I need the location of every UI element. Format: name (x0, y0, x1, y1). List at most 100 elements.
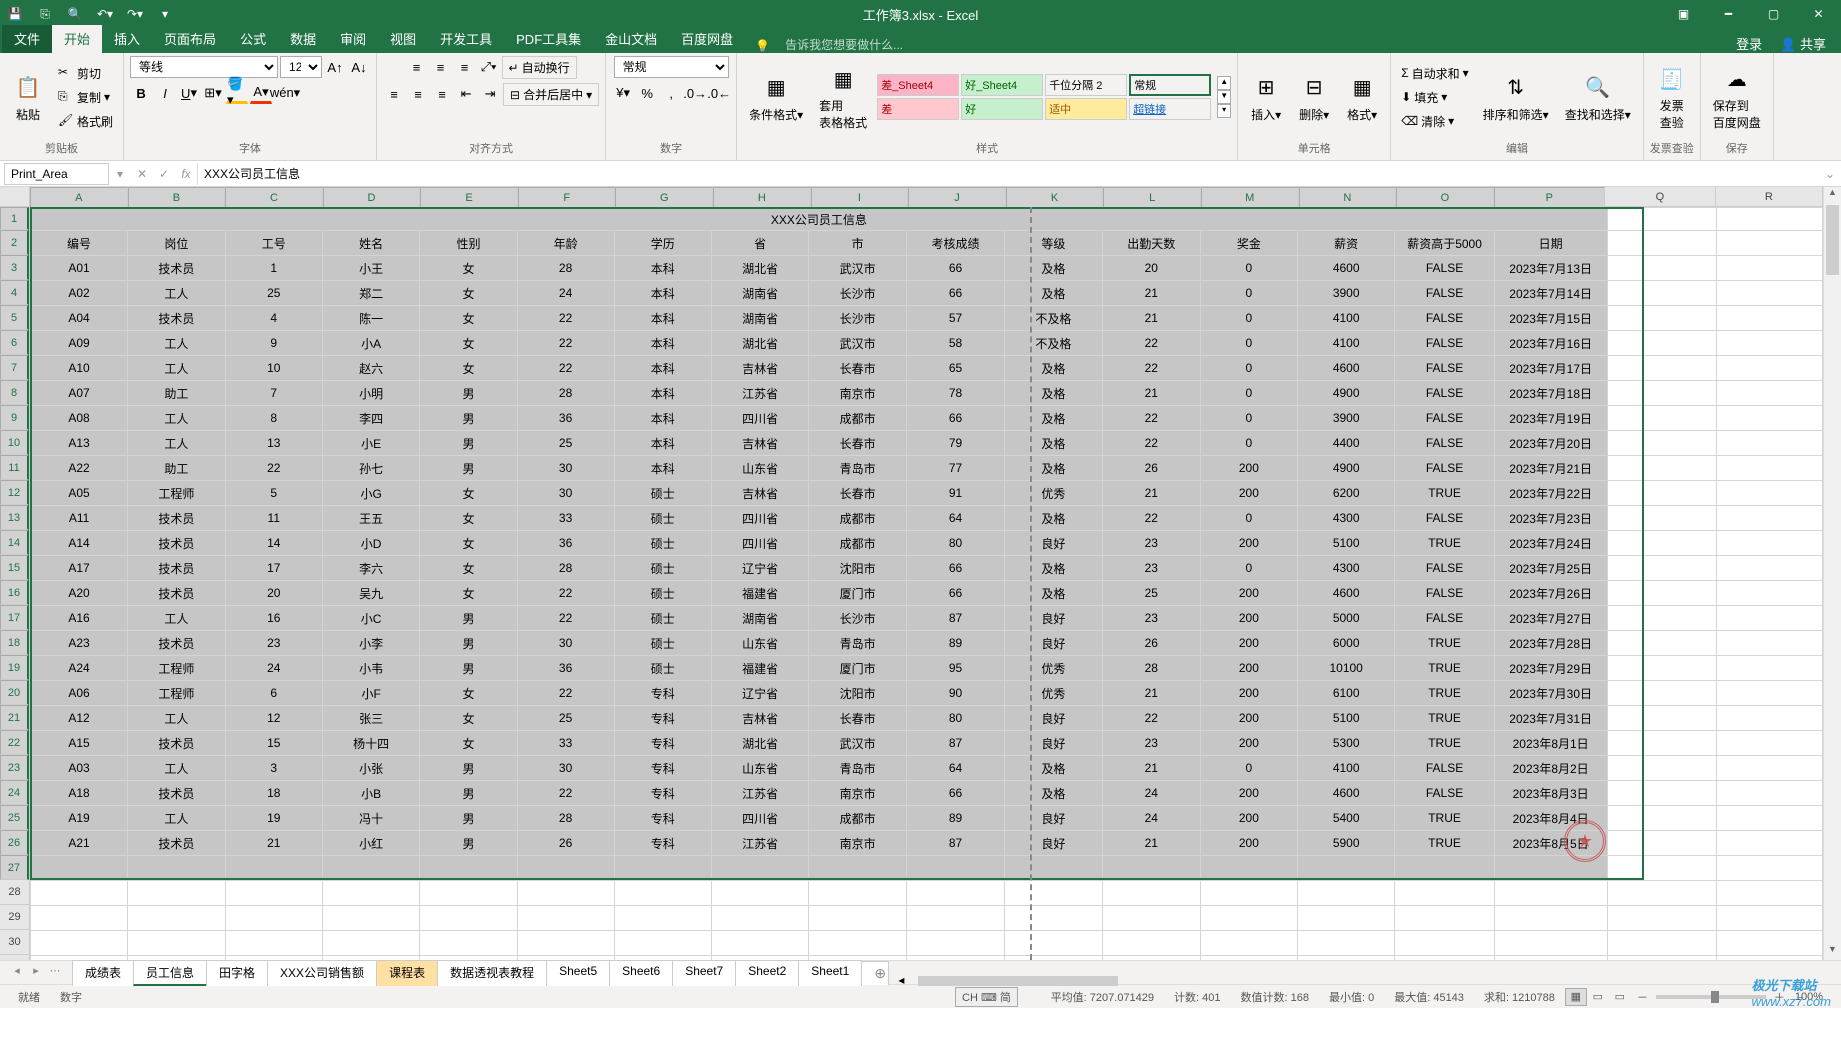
cell[interactable]: 专科 (614, 756, 711, 781)
cell[interactable] (420, 856, 517, 881)
row-header[interactable]: 9 (0, 405, 29, 430)
cell[interactable]: 22 (517, 781, 614, 806)
cell[interactable]: 0 (1200, 281, 1297, 306)
cell[interactable]: 22 (517, 306, 614, 331)
cell[interactable]: 2023年7月15日 (1494, 306, 1607, 331)
font-name-select[interactable]: 等线 (130, 56, 278, 78)
cell[interactable] (225, 931, 322, 956)
style-hyperlink[interactable]: 超链接 (1129, 98, 1211, 120)
row-header[interactable]: 15 (0, 555, 29, 580)
cell[interactable]: 21 (1102, 681, 1200, 706)
cell[interactable]: 成都市 (809, 406, 907, 431)
format-cells-button[interactable]: ▦格式▾ (1340, 69, 1384, 126)
qat-btn-2[interactable]: 🔍 (60, 0, 90, 28)
cell[interactable]: 赵六 (322, 356, 420, 381)
cell[interactable]: 2023年7月23日 (1494, 506, 1607, 531)
cell[interactable]: 80 (906, 531, 1004, 556)
cell[interactable]: FALSE (1395, 456, 1494, 481)
cell[interactable]: 女 (420, 506, 517, 531)
cell[interactable]: 南京市 (809, 831, 907, 856)
sheet-tab[interactable]: 员工信息 (133, 960, 207, 986)
cell[interactable]: 65 (906, 356, 1004, 381)
cell[interactable]: 36 (517, 406, 614, 431)
cell[interactable]: 工人 (128, 431, 226, 456)
cell[interactable]: A02 (31, 281, 128, 306)
cell[interactable]: 87 (906, 831, 1004, 856)
align-center-icon[interactable]: ≡ (407, 83, 429, 105)
cell[interactable]: FALSE (1395, 381, 1494, 406)
cell[interactable]: 87 (906, 731, 1004, 756)
autosum-button[interactable]: Σ 自动求和 ▾ (1397, 63, 1472, 84)
cell[interactable]: 及格 (1005, 556, 1103, 581)
cell[interactable]: 4300 (1297, 506, 1395, 531)
cell[interactable]: 7 (225, 381, 322, 406)
cell[interactable]: 2023年7月22日 (1494, 481, 1607, 506)
row-header[interactable]: 21 (0, 705, 29, 730)
cell[interactable]: 陈一 (322, 306, 420, 331)
cell[interactable] (128, 906, 226, 931)
cell[interactable]: 技术员 (128, 631, 226, 656)
cell[interactable] (906, 931, 1004, 956)
cell[interactable]: 硕士 (614, 506, 711, 531)
cell[interactable] (322, 931, 420, 956)
cell[interactable]: 4900 (1297, 381, 1395, 406)
cell[interactable]: 0 (1200, 331, 1297, 356)
cell[interactable]: 6100 (1297, 681, 1395, 706)
cell[interactable]: 专科 (614, 781, 711, 806)
cell[interactable]: A06 (31, 681, 128, 706)
cell[interactable]: 95 (906, 656, 1004, 681)
cell[interactable] (1717, 581, 1823, 606)
cell[interactable]: 及格 (1005, 506, 1103, 531)
cell[interactable]: 男 (420, 806, 517, 831)
cell[interactable]: 小明 (322, 381, 420, 406)
cell[interactable]: TRUE (1395, 806, 1494, 831)
cell[interactable] (322, 881, 420, 906)
cell[interactable]: 女 (420, 731, 517, 756)
align-bottom-icon[interactable]: ≡ (454, 56, 476, 78)
cell[interactable] (322, 856, 420, 881)
cell[interactable]: 22 (1102, 331, 1200, 356)
cell[interactable]: 及格 (1005, 581, 1103, 606)
cell[interactable]: 助工 (128, 381, 226, 406)
cell[interactable] (1717, 356, 1823, 381)
cell[interactable]: A13 (31, 431, 128, 456)
cell[interactable] (517, 906, 614, 931)
cell[interactable]: 小D (322, 531, 420, 556)
style-good-sheet4[interactable]: 好_Sheet4 (961, 74, 1043, 96)
cell[interactable]: 南京市 (809, 381, 907, 406)
cell[interactable] (711, 931, 809, 956)
decrease-decimal-icon[interactable]: .0← (708, 82, 730, 104)
cell[interactable] (1297, 881, 1395, 906)
cell[interactable]: 武汉市 (809, 731, 907, 756)
zoom-level[interactable]: 100% (1795, 991, 1823, 1003)
cell[interactable]: 0 (1200, 756, 1297, 781)
row-header[interactable]: 11 (0, 455, 29, 480)
cell[interactable] (225, 906, 322, 931)
cell[interactable] (809, 856, 907, 881)
cell[interactable] (1200, 931, 1297, 956)
style-neutral[interactable]: 适中 (1045, 98, 1127, 120)
column-header[interactable]: R (1716, 187, 1823, 206)
zoom-out-icon[interactable]: － (1637, 989, 1648, 1005)
phonetic-button[interactable]: wén▾ (274, 82, 296, 104)
cell[interactable]: 考核成绩 (906, 231, 1004, 256)
undo-icon[interactable]: ↶▾ (90, 0, 120, 28)
cell[interactable]: FALSE (1395, 256, 1494, 281)
cell[interactable]: 女 (420, 706, 517, 731)
cell[interactable]: FALSE (1395, 756, 1494, 781)
align-middle-icon[interactable]: ≡ (430, 56, 452, 78)
cell[interactable]: 24 (517, 281, 614, 306)
cell[interactable]: 吉林省 (711, 481, 809, 506)
cell[interactable]: 26 (1102, 456, 1200, 481)
cell[interactable]: 女 (420, 531, 517, 556)
row-header[interactable]: 1 (0, 207, 29, 230)
cell[interactable]: 不及格 (1005, 306, 1103, 331)
cell[interactable]: 工号 (225, 231, 322, 256)
cell[interactable]: TRUE (1395, 706, 1494, 731)
cell[interactable]: 女 (420, 556, 517, 581)
cell[interactable] (1395, 856, 1494, 881)
sheet-tab[interactable]: XXX公司销售额 (267, 960, 377, 986)
cell[interactable]: A09 (31, 331, 128, 356)
cell[interactable]: 优秀 (1005, 481, 1103, 506)
cell[interactable]: 20 (225, 581, 322, 606)
